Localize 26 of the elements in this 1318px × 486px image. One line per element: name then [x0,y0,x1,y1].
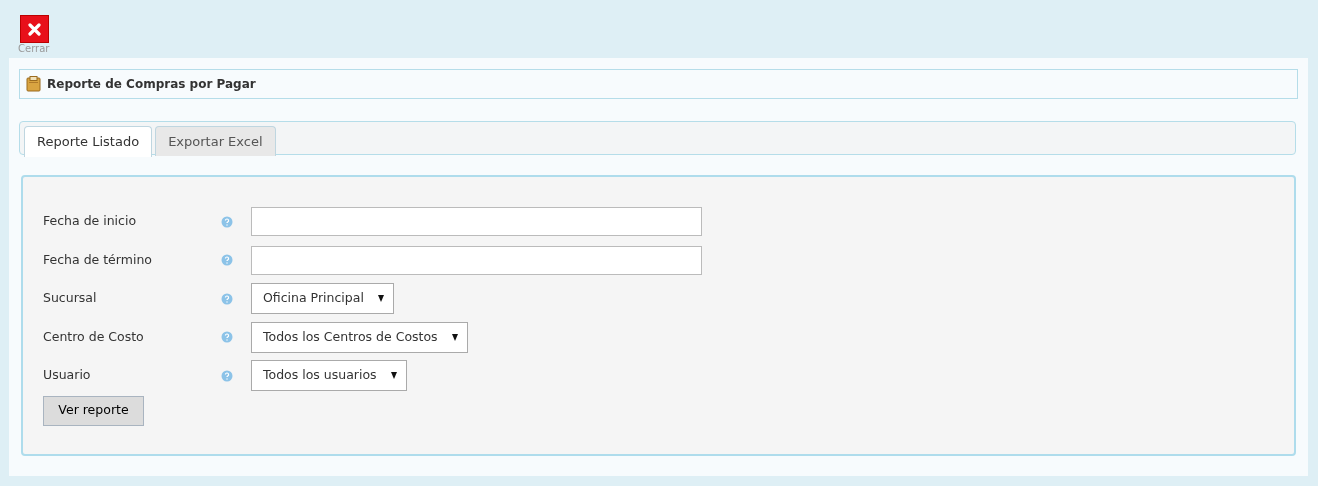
clipboard-icon [26,76,41,92]
select-field[interactable]: Oficina Principal [251,283,394,314]
caret-icon [390,372,397,379]
help-icon[interactable] [221,215,233,228]
report-title: Reporte de Compras por Pagar [47,76,256,93]
tab[interactable]: Exportar Excel [155,126,276,156]
date-field[interactable] [251,207,702,236]
caret-icon [451,333,458,341]
help-icon[interactable] [221,292,233,305]
select-field[interactable]: Todos los usuarios [251,360,407,391]
tab[interactable]: Reporte Listado [24,126,153,157]
close-icon [28,22,41,36]
field-label: Usuario [43,366,92,385]
field-label: Centro de Costo [43,327,145,346]
field-label: Fecha de término [43,250,153,269]
field-label: Sucursal [43,289,98,308]
help-icon[interactable] [221,369,233,382]
help-icon[interactable] [221,254,233,266]
select-field[interactable]: Todos los Centros de Costos [251,321,468,353]
view-report-button[interactable]: Ver reporte [43,395,144,426]
field-label: Fecha de inicio [43,212,138,231]
help-icon[interactable] [221,331,233,343]
date-field[interactable] [251,245,702,275]
close-label: Cerrar [18,43,51,55]
close-button[interactable] [20,15,49,43]
caret-icon [377,295,384,302]
